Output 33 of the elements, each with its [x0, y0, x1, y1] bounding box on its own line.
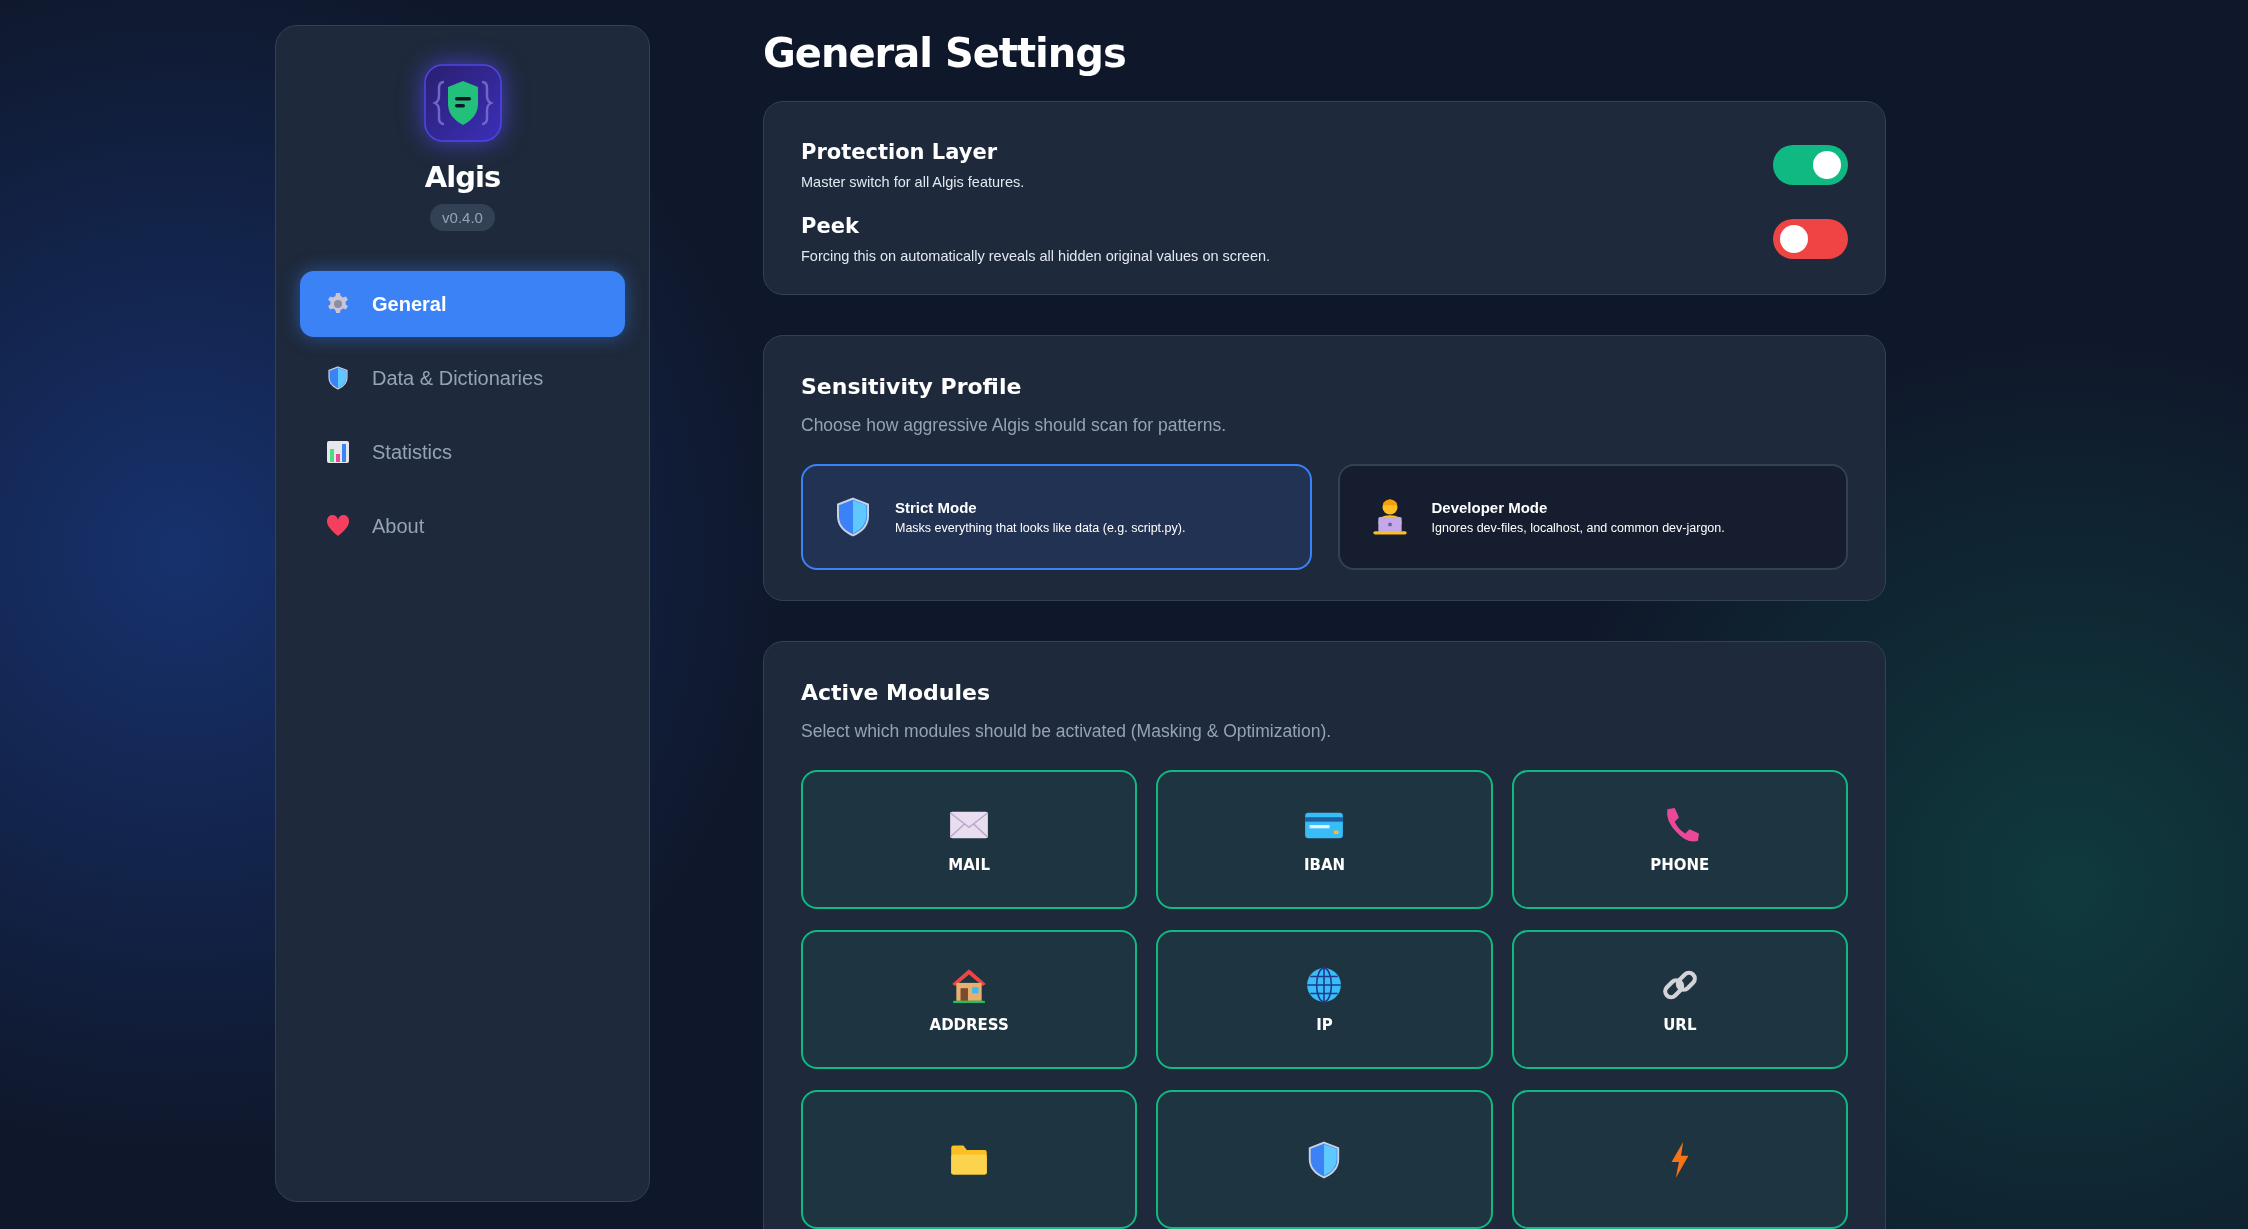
shield-logo-icon: [423, 64, 502, 142]
shield-icon: [326, 366, 350, 390]
toggle-switch[interactable]: [1773, 219, 1848, 259]
heart-icon: [326, 514, 350, 538]
app-name: Algis: [424, 160, 501, 194]
module-tile[interactable]: PHONE: [1511, 770, 1848, 909]
setting-label: Peek: [801, 214, 860, 238]
module-tile[interactable]: URL: [1511, 930, 1848, 1069]
toggle-switch[interactable]: [1773, 145, 1848, 185]
nav-item[interactable]: Data & Dictionaries: [300, 345, 625, 411]
section-subtitle: Select which modules should be activated (Masking & Optimization).: [801, 721, 1333, 742]
setting-description: Master switch for all Algis features.: [801, 174, 1025, 190]
setting-label: Protection Layer: [801, 140, 999, 164]
module-tile[interactable]: IP: [1156, 930, 1493, 1069]
section-title: Sensitivity Profile: [801, 374, 1023, 399]
profile-option[interactable]: Strict Mode Masks everything that looks like data (e.g. script.py).: [801, 464, 1312, 570]
section-subtitle: Choose how aggressive Algis should scan for patterns.: [801, 415, 1228, 436]
setting-description: Forcing this on automatically reveals all hidden original values on screen.: [801, 248, 1271, 264]
page-title: General Settings: [763, 31, 1127, 75]
gear-icon: [326, 292, 350, 316]
module-tile[interactable]: [1511, 1090, 1848, 1229]
version-badge: v0.4.0: [430, 204, 495, 231]
section-title: Active Modules: [801, 680, 992, 705]
module-tile[interactable]: IBAN: [1156, 770, 1493, 909]
module-tile[interactable]: MAIL: [801, 770, 1138, 909]
module-tile[interactable]: [801, 1090, 1138, 1229]
nav-item[interactable]: About: [300, 493, 625, 559]
module-tile[interactable]: ADDRESS: [801, 930, 1138, 1069]
bar-chart-icon: [326, 440, 350, 464]
profile-option[interactable]: Developer Mode Ignores dev-files, localhost, and common dev-jargon.: [1337, 464, 1848, 570]
module-tile[interactable]: [1156, 1090, 1493, 1229]
nav-item[interactable]: General: [300, 271, 625, 337]
nav-item[interactable]: Statistics: [300, 419, 625, 485]
